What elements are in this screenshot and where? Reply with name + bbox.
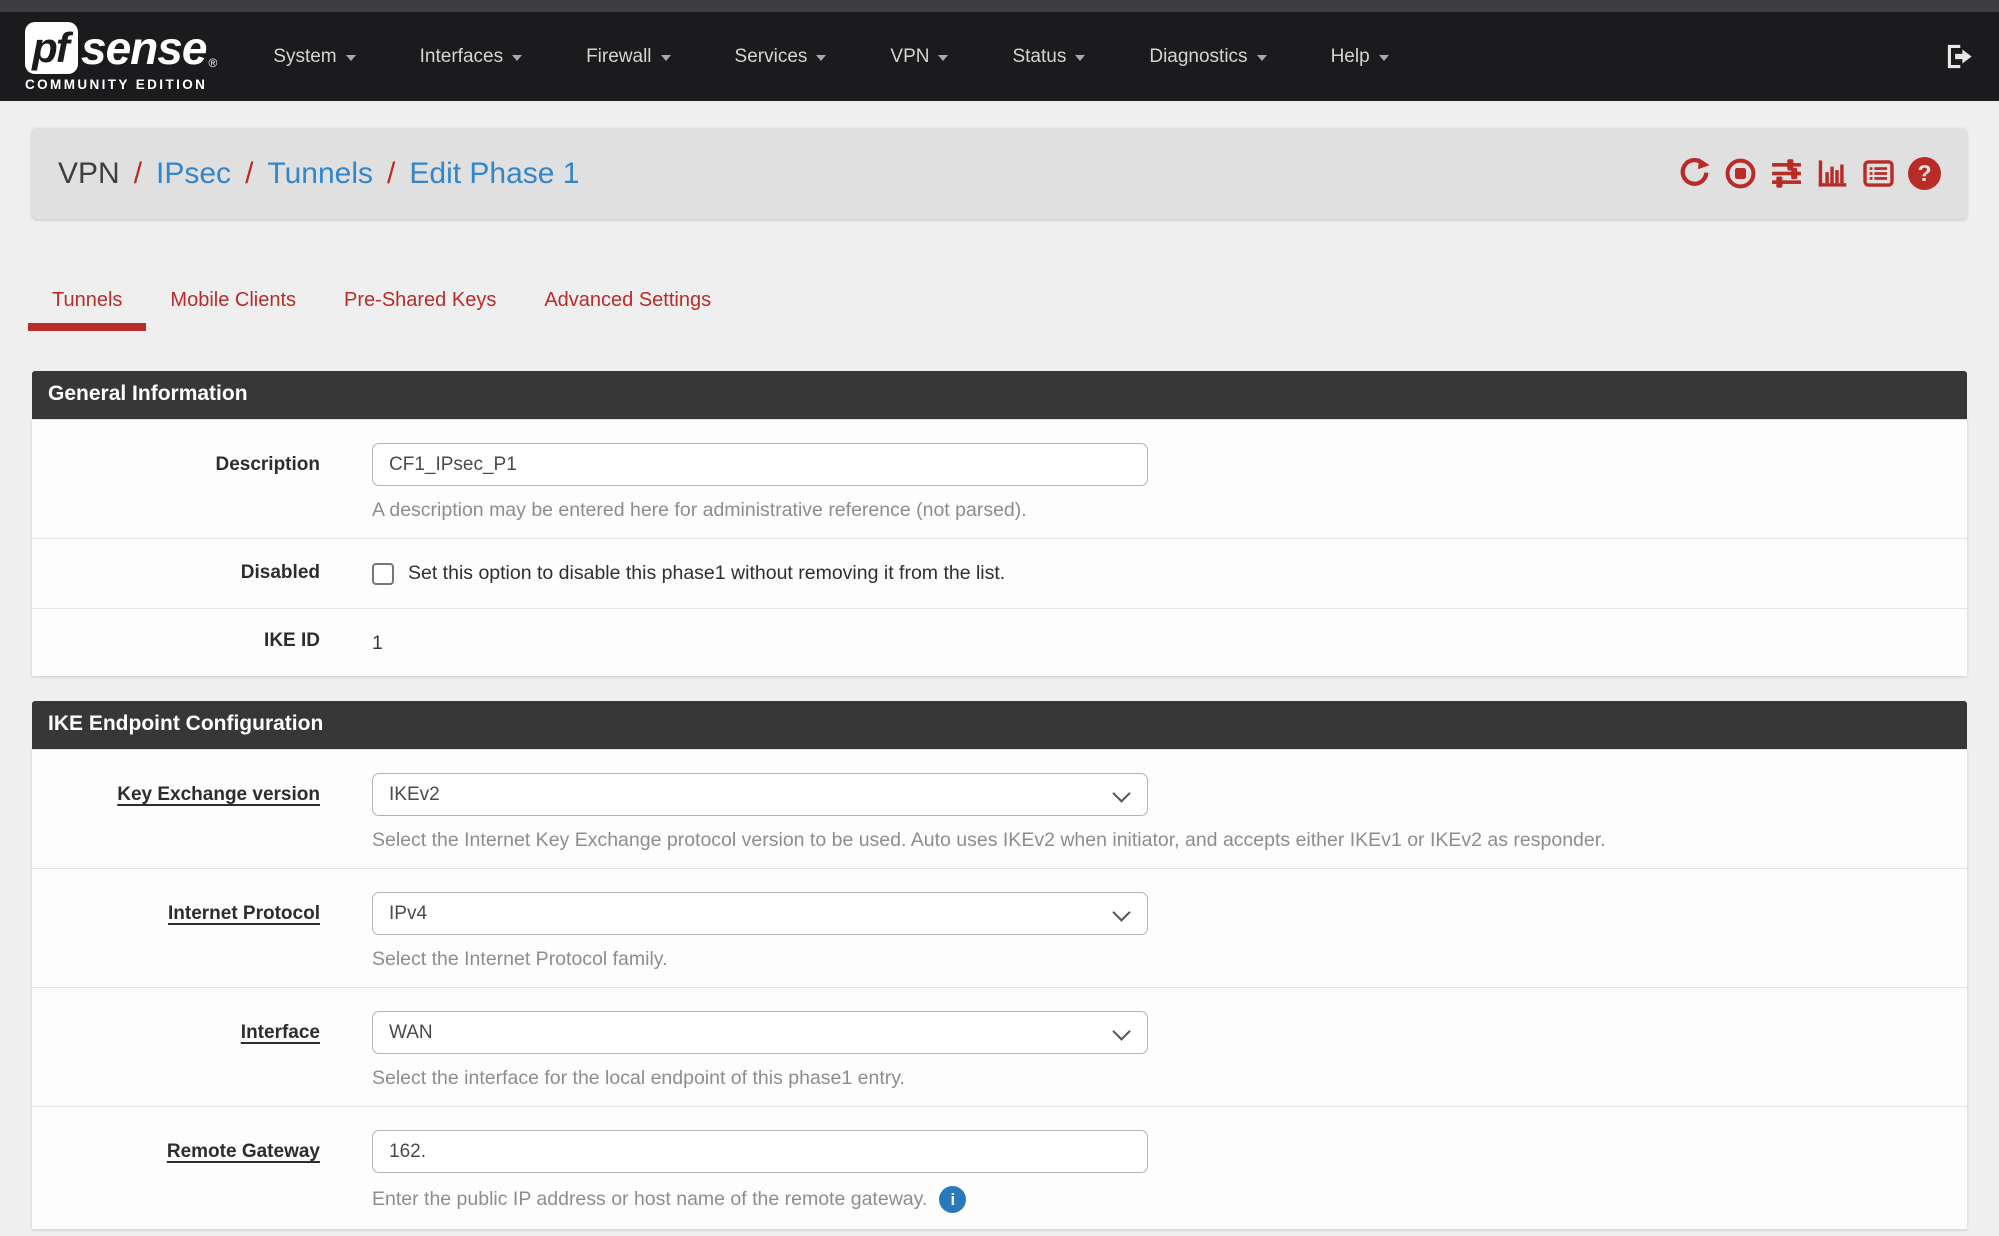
form-row-key-exchange-version: Key Exchange version IKEv2 (32, 749, 1967, 868)
chevron-down-icon (816, 55, 826, 61)
bar-chart-icon[interactable] (1816, 157, 1849, 190)
field-label: Disabled (241, 562, 320, 583)
section-body: Key Exchange version IKEv2 (32, 749, 1967, 1229)
chevron-down-icon (938, 55, 948, 61)
nav-item-firewall[interactable]: Firewall (586, 46, 670, 68)
tab-bar: Tunnels Mobile Clients Pre-Shared Keys A… (28, 277, 1967, 331)
tab-pre-shared-keys[interactable]: Pre-Shared Keys (320, 277, 520, 331)
form-row-interface: Interface WAN (32, 987, 1967, 1106)
chevron-down-icon (512, 55, 522, 61)
section-header: General Information (32, 371, 1967, 419)
section-ike-endpoint-configuration: IKE Endpoint Configuration Key Exchange … (32, 701, 1967, 1229)
chevron-down-icon (1379, 55, 1389, 61)
form-row-ike-id: IKE ID 1 (32, 608, 1967, 676)
section-body: Description A description may be entered… (32, 419, 1967, 676)
nav-item-status[interactable]: Status (1012, 46, 1085, 68)
chevron-down-icon (661, 55, 671, 61)
top-strip (0, 0, 1999, 12)
breadcrumb-segment-edit-phase-1: / Edit Phase 1 (373, 157, 579, 191)
section-general-information: General Information Description (32, 371, 1967, 676)
breadcrumb-separator: / (245, 157, 253, 191)
nav-item-interfaces[interactable]: Interfaces (420, 46, 522, 68)
nav-item-help[interactable]: Help (1331, 46, 1389, 68)
field-label: Remote Gateway (167, 1141, 320, 1162)
sliders-icon[interactable] (1770, 157, 1803, 190)
pfsense-logo[interactable]: pf sense ® COMMUNITY EDITION (25, 22, 217, 92)
breadcrumb-separator: / (134, 157, 142, 191)
form-row-description: Description A description may be entered… (32, 419, 1967, 538)
form-sections: General Information Description (0, 371, 1999, 1229)
form-row-internet-protocol: Internet Protocol IPv4 (32, 868, 1967, 987)
registered-mark: ® (208, 56, 217, 70)
breadcrumb-segment-ipsec: / IPsec (120, 157, 231, 191)
disabled-checkbox[interactable] (372, 563, 394, 585)
help-text: Enter the public IP address or host name… (372, 1188, 927, 1211)
help-text: Select the Internet Key Exchange protoco… (372, 829, 1606, 852)
breadcrumb-bar: VPN / IPsec / Tunnels / Edit Phase 1 (32, 128, 1967, 219)
chevron-down-icon (1075, 55, 1085, 61)
static-value: 1 (372, 630, 1967, 655)
field-label: IKE ID (264, 630, 320, 651)
field-label: Interface (241, 1022, 320, 1043)
refresh-icon[interactable] (1678, 157, 1711, 190)
remote-gateway-input[interactable] (372, 1130, 1148, 1173)
logo-tagline: COMMUNITY EDITION (25, 77, 217, 92)
sign-out-icon[interactable] (1944, 41, 1975, 72)
nav-item-diagnostics[interactable]: Diagnostics (1149, 46, 1266, 68)
stop-circle-icon[interactable] (1724, 157, 1757, 190)
chevron-down-icon (1257, 55, 1267, 61)
section-header: IKE Endpoint Configuration (32, 701, 1967, 749)
field-label: Key Exchange version (117, 784, 320, 805)
chevron-down-icon (346, 55, 356, 61)
tab-advanced-settings[interactable]: Advanced Settings (520, 277, 735, 331)
breadcrumb-segment-vpn: VPN (58, 157, 120, 191)
field-label: Internet Protocol (168, 903, 320, 924)
navbar: pf sense ® COMMUNITY EDITION System Inte… (0, 12, 1999, 101)
internet-protocol-select[interactable]: IPv4 (372, 892, 1148, 935)
breadcrumb-segment-tunnels: / Tunnels (231, 157, 373, 191)
form-row-remote-gateway: Remote Gateway Enter the public IP addre… (32, 1106, 1967, 1229)
help-text: A description may be entered here for ad… (372, 499, 1027, 522)
nav-menu: System Interfaces Firewall Services VPN (273, 46, 1388, 68)
description-input[interactable] (372, 443, 1148, 486)
breadcrumb: VPN / IPsec / Tunnels / Edit Phase 1 (58, 157, 580, 191)
info-circle-icon[interactable]: i (939, 1186, 966, 1213)
nav-item-vpn[interactable]: VPN (890, 46, 948, 68)
interface-select[interactable]: WAN (372, 1011, 1148, 1054)
logo-sense-text: sense (81, 22, 206, 74)
tab-mobile-clients[interactable]: Mobile Clients (146, 277, 320, 331)
form-row-disabled: Disabled Set this option to disable this… (32, 538, 1967, 608)
field-label: Description (215, 454, 320, 475)
nav-item-system[interactable]: System (273, 46, 355, 68)
tab-tunnels[interactable]: Tunnels (28, 277, 146, 331)
help-text: Select the Internet Protocol family. (372, 948, 668, 971)
list-icon[interactable] (1862, 157, 1895, 190)
breadcrumb-separator: / (387, 157, 395, 191)
pf-logo-mark: pf (25, 22, 78, 74)
nav-item-services[interactable]: Services (735, 46, 827, 68)
help-text: Select the interface for the local endpo… (372, 1067, 905, 1090)
breadcrumb-actions: ? (1678, 157, 1941, 190)
help-icon[interactable]: ? (1908, 157, 1941, 190)
key-exchange-version-select[interactable]: IKEv2 (372, 773, 1148, 816)
